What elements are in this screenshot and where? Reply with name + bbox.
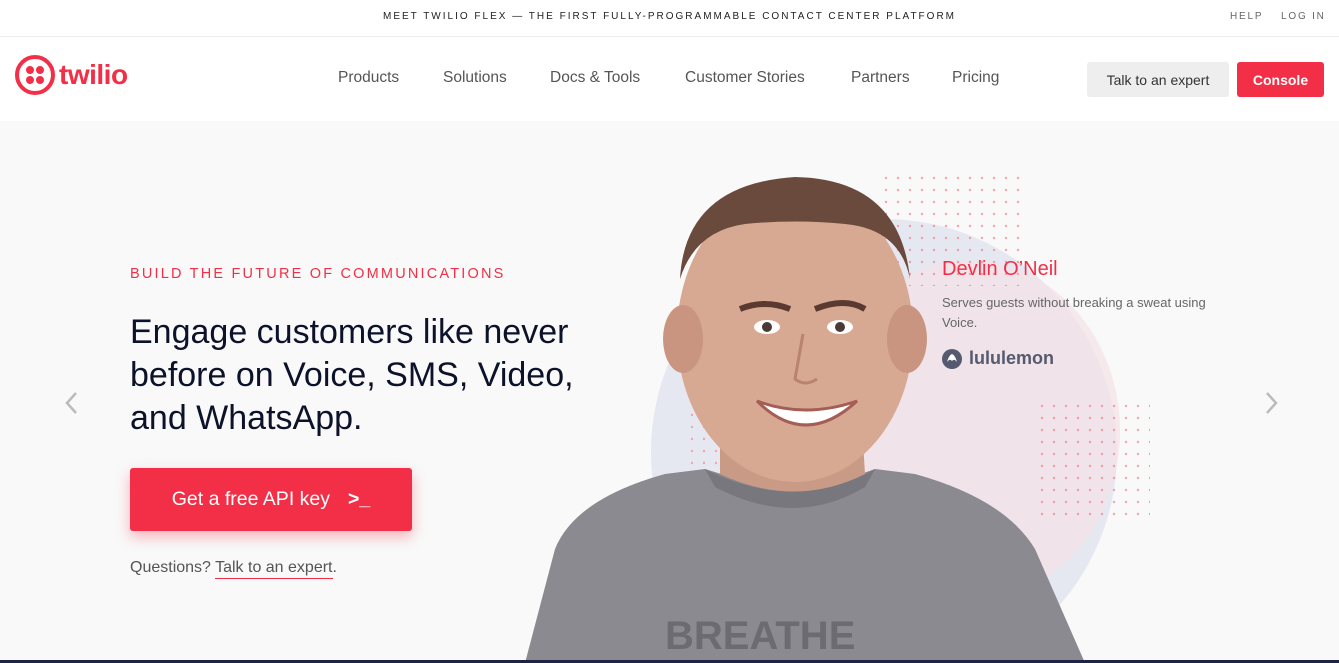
company-logo: lululemon	[942, 348, 1054, 369]
questions-prefix: Questions?	[130, 559, 211, 576]
svg-text:BREATHE: BREATHE	[665, 614, 855, 658]
hero-headline: Engage customers like never before on Vo…	[130, 313, 574, 437]
nav-solutions[interactable]: Solutions	[443, 69, 507, 87]
nav-pricing[interactable]: Pricing	[952, 69, 999, 87]
main-header: twilio Products Solutions Docs & Tools C…	[0, 37, 1339, 121]
hero-eyebrow: Build the future of communications	[130, 266, 506, 282]
nav-customer-stories[interactable]: Customer Stories	[685, 69, 805, 87]
talk-to-expert-button[interactable]: Talk to an expert	[1087, 62, 1229, 97]
twilio-logo-icon	[15, 55, 55, 95]
help-link[interactable]: Help	[1230, 11, 1263, 22]
questions-line: Questions? Talk to an expert.	[130, 559, 337, 579]
nav-products[interactable]: Products	[338, 69, 399, 87]
talk-to-expert-link[interactable]: Talk to an expert	[215, 559, 333, 579]
logo-wordmark: twilio	[59, 59, 128, 90]
twilio-logo[interactable]: twilio	[15, 55, 128, 95]
hero-section: BREATHE Build the future of communicatio…	[0, 121, 1339, 663]
testimonial-text: Serves guests without breaking a sweat u…	[942, 295, 1206, 330]
announcement-link[interactable]: Meet Twilio Flex — the first fully-progr…	[0, 11, 1339, 22]
announcement-bar: Meet Twilio Flex — the first fully-progr…	[0, 0, 1339, 37]
chevron-left-icon[interactable]	[62, 391, 82, 415]
chevron-right-icon[interactable]	[1261, 391, 1281, 415]
nav-docs-tools[interactable]: Docs & Tools	[550, 69, 640, 87]
testimonial-name: Devlin O’Neil	[942, 258, 1058, 280]
cta-label: Get a free API key	[171, 488, 330, 510]
login-link[interactable]: Log in	[1281, 11, 1326, 22]
get-api-key-button[interactable]: Get a free API key >_	[130, 468, 412, 531]
nav-partners[interactable]: Partners	[851, 69, 910, 87]
company-name: lululemon	[969, 348, 1054, 368]
terminal-prompt-icon: >_	[348, 488, 371, 510]
console-button[interactable]: Console	[1237, 62, 1324, 97]
lululemon-icon	[942, 348, 962, 369]
questions-suffix: .	[332, 559, 337, 576]
